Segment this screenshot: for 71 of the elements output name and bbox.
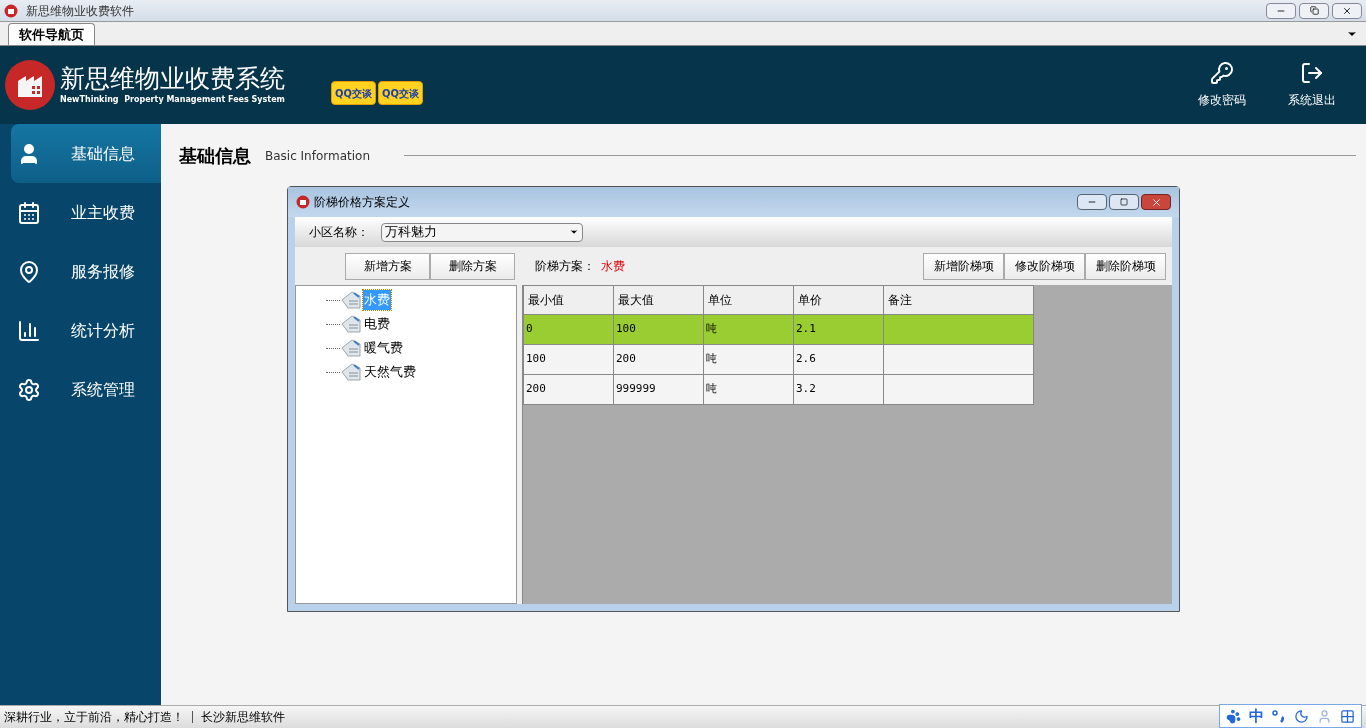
document-stack-icon	[340, 338, 362, 358]
table-row[interactable]: 0 100 吨 2.1	[524, 315, 1034, 345]
column-header: 最小值	[524, 286, 614, 315]
table-cell: 吨	[704, 375, 794, 405]
map-pin-icon	[17, 259, 41, 284]
grid-icon[interactable]	[1340, 708, 1355, 724]
plan-value: 水费	[601, 258, 625, 275]
moon-icon[interactable]	[1294, 708, 1309, 724]
sidebar-item[interactable]: 业主收费	[11, 183, 161, 242]
close-button[interactable]	[1332, 2, 1362, 19]
app-subtitle: NewThinking Property Management Fees System	[60, 94, 285, 106]
caret-icon	[569, 227, 579, 237]
table-row[interactable]: 100 200 吨 2.6	[524, 345, 1034, 375]
restore-button[interactable]	[1299, 2, 1329, 19]
tree-item[interactable]: 天然气费	[363, 362, 417, 382]
maximize-button[interactable]	[1109, 194, 1139, 210]
header-action-button[interactable]: 系统退出	[1288, 61, 1336, 109]
page-subtitle: Basic Information	[265, 148, 371, 165]
app-icon	[296, 195, 310, 209]
restore-icon	[1309, 6, 1319, 15]
plan-button[interactable]: 删除方案	[430, 252, 515, 280]
tree-item[interactable]: 暖气费	[363, 338, 404, 358]
app-icon	[4, 3, 18, 18]
sidebar-item[interactable]: 统计分析	[11, 301, 161, 360]
minimize-button[interactable]	[1077, 194, 1107, 210]
tab[interactable]: 软件导航页	[8, 23, 95, 45]
tree-item[interactable]: 电费	[363, 314, 391, 334]
tier-item-button[interactable]: 修改阶梯项	[1004, 252, 1085, 280]
tier-item-button[interactable]: 新增阶梯项	[923, 252, 1004, 280]
bar-chart-icon	[17, 318, 41, 343]
column-header: 最大值	[614, 286, 704, 315]
calendar-icon	[17, 200, 41, 225]
logo-icon	[4, 59, 56, 111]
sidebar-item[interactable]: 系统管理	[11, 360, 161, 419]
minimize-button[interactable]	[1266, 2, 1296, 19]
exit-icon	[1300, 61, 1324, 85]
settings-icon	[17, 377, 41, 402]
table-cell: 200	[524, 375, 614, 405]
qq-chat-button[interactable]: QQ交谈	[331, 81, 376, 105]
qq-chat-button[interactable]: QQ交谈	[378, 81, 424, 105]
status-text: 深耕行业，立于前沿，精心打造！	[4, 709, 184, 726]
table-cell: 3.2	[794, 375, 884, 405]
column-header: 单位	[704, 286, 794, 315]
community-dropdown[interactable]: 万科魅力	[381, 222, 583, 242]
community-label: 小区名称：	[309, 224, 369, 241]
punctuation-icon[interactable]	[1272, 709, 1286, 723]
status-text: 长沙新思维软件	[201, 709, 285, 726]
plan-label: 阶梯方案：	[535, 258, 595, 275]
maximize-icon	[1120, 198, 1128, 206]
tier-item-button[interactable]: 删除阶梯项	[1085, 252, 1166, 280]
page-title: 基础信息	[179, 143, 251, 168]
window-title: 新思维物业收费软件	[26, 2, 134, 20]
paw-icon[interactable]	[1226, 708, 1241, 724]
sidebar-item[interactable]: 服务报修	[11, 242, 161, 301]
column-header: 单价	[794, 286, 884, 315]
document-stack-icon	[340, 290, 362, 310]
document-stack-icon	[340, 362, 362, 382]
document-stack-icon	[340, 314, 362, 334]
app-title: 新思维物业收费系统	[60, 64, 285, 94]
sidebar-item[interactable]: 基础信息	[11, 124, 161, 183]
table-row[interactable]: 200 999999 吨 3.2	[524, 375, 1034, 405]
input-mode-toggle[interactable]: 中	[1249, 704, 1264, 728]
table-cell: 999999	[614, 375, 704, 405]
dialog-title: 阶梯价格方案定义	[314, 194, 410, 211]
close-icon	[1342, 5, 1352, 16]
close-button[interactable]	[1141, 194, 1171, 210]
key-icon	[1210, 61, 1234, 85]
plan-button[interactable]: 新增方案	[345, 252, 430, 280]
column-header: 备注	[884, 286, 1034, 315]
header-action-button[interactable]: 修改密码	[1198, 61, 1246, 109]
close-icon	[1150, 196, 1162, 208]
